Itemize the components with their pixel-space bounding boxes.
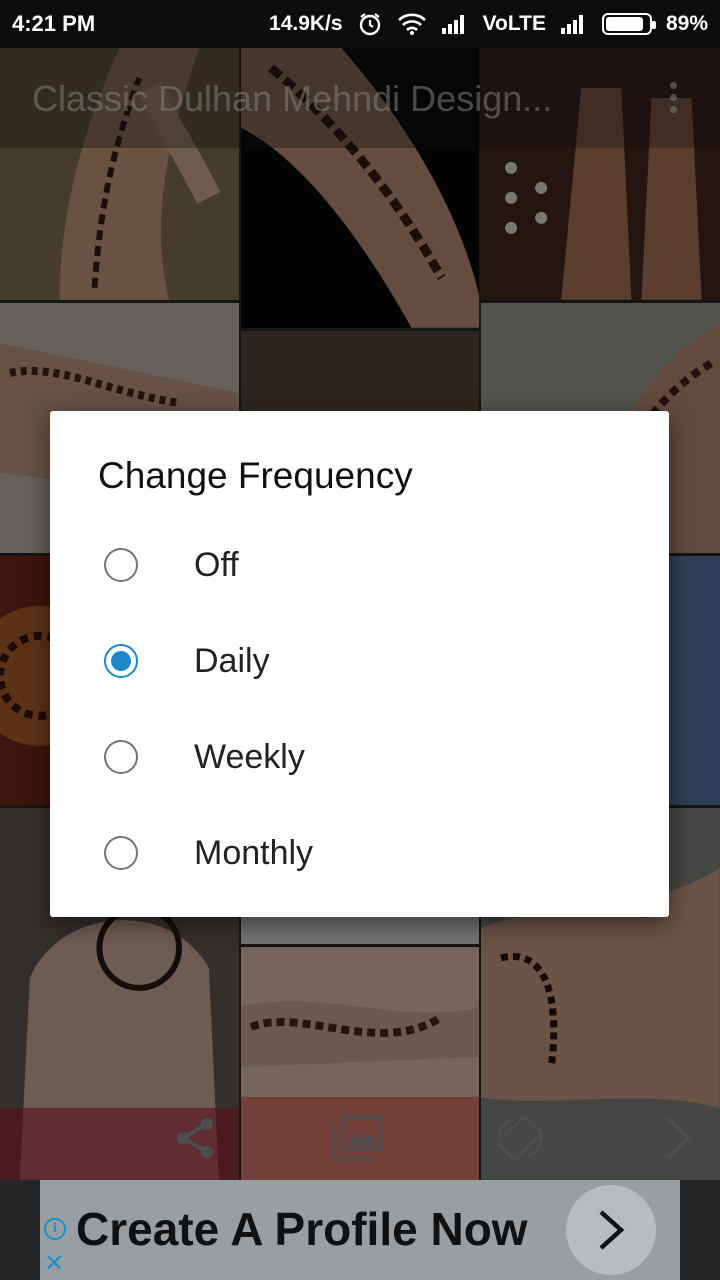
ad-headline[interactable]: Create A Profile Now — [76, 1202, 528, 1256]
option-off[interactable]: Off — [50, 518, 669, 614]
battery-percent: 89% — [665, 12, 708, 35]
option-monthly[interactable]: Monthly — [50, 806, 669, 902]
option-label[interactable]: Monthly — [194, 834, 313, 873]
signal-icon — [560, 15, 583, 34]
radio-button[interactable] — [104, 644, 138, 678]
status-time: 4:21 PM — [12, 11, 96, 36]
radio-button[interactable] — [104, 836, 138, 870]
wifi-icon — [397, 13, 426, 35]
signal-icon — [441, 15, 464, 34]
option-weekly[interactable]: Weekly — [50, 710, 669, 806]
option-label[interactable]: Weekly — [194, 738, 305, 777]
dialog-title: Change Frequency — [98, 455, 413, 496]
option-daily[interactable]: Daily — [50, 614, 669, 710]
ad-content[interactable]: Create A Profile Now — [40, 1180, 680, 1280]
battery-icon — [601, 13, 656, 35]
status-bar: 4:21 PM 14.9K/s VoLTE 89% — [0, 0, 720, 48]
network-type: VoLTE — [482, 12, 546, 35]
ad-arrow-button[interactable] — [566, 1185, 656, 1275]
option-label[interactable]: Daily — [194, 642, 270, 681]
radio-button[interactable] — [104, 548, 138, 582]
change-frequency-dialog: Change Frequency Off Daily Weekly Monthl… — [50, 411, 669, 917]
ad-close-icon[interactable]: ✕ — [44, 1252, 64, 1276]
alarm-icon — [359, 13, 380, 36]
chevron-right-icon — [599, 1210, 625, 1250]
option-label[interactable]: Off — [194, 546, 239, 585]
radio-button[interactable] — [104, 740, 138, 774]
status-icons: 14.9K/s VoLTE 89% — [269, 11, 708, 37]
net-speed: 14.9K/s — [269, 12, 343, 35]
ad-banner[interactable]: Create A Profile Now — [0, 1180, 720, 1280]
ad-info-icon[interactable]: i — [44, 1218, 66, 1240]
